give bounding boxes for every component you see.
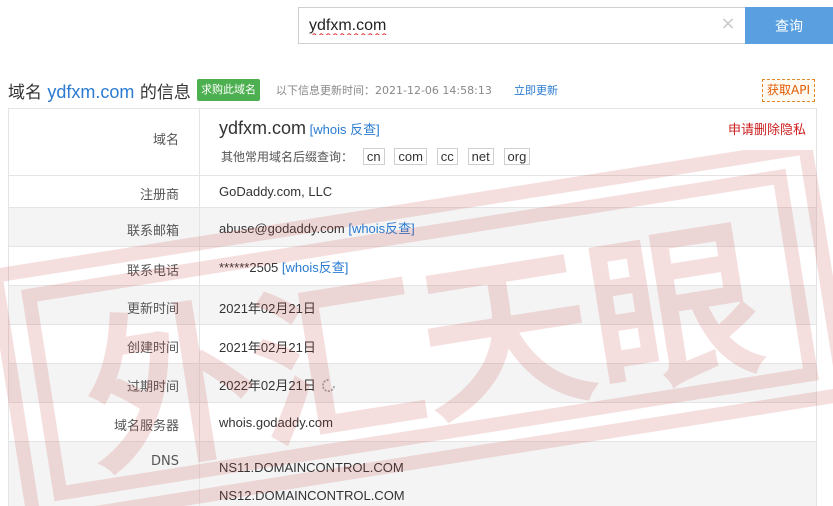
row-expires: 过期时间 2022年02月21日 (9, 364, 816, 403)
row-registrar: 注册商 GoDaddy.com, LLC (9, 176, 816, 208)
row-created: 创建时间 2021年02月21日 (9, 325, 816, 364)
created-value: 2021年02月21日 (219, 340, 316, 355)
buy-domain-badge[interactable]: 求购此域名 (197, 79, 260, 101)
suffix-cc[interactable]: cc (436, 148, 458, 165)
page-title: 域名 ydfxm.com 的信息 (8, 78, 191, 103)
title-row: 域名 ydfxm.com 的信息 求购此域名 以下信息更新时间：2021-12-… (0, 68, 833, 108)
suffix-label: 其他常用域名后缀查询： (221, 150, 354, 164)
phone-value: ******2505 (219, 260, 279, 275)
row-label: 域名服务器 (9, 403, 200, 441)
row-label: 域名 (9, 109, 200, 175)
row-updated: 更新时间 2021年02月21日 (9, 286, 816, 325)
clear-icon[interactable]: × (718, 12, 738, 36)
row-label: 过期时间 (9, 364, 200, 402)
row-value: ydfxm.com [whois 反查] (219, 118, 380, 139)
suffix-org[interactable]: org (503, 148, 531, 165)
row-label: 更新时间 (9, 286, 200, 324)
title-suffix: 的信息 (134, 83, 191, 103)
title-domain: ydfxm.com (47, 82, 135, 102)
nameserver-value: whois.godaddy.com (219, 415, 333, 430)
get-api-button[interactable]: 获取API (762, 79, 815, 102)
whois-table: 域名 ydfxm.com [whois 反查] 申请删除隐私 其他常用域名后缀查… (8, 108, 817, 506)
row-label: 联系电话 (9, 247, 200, 285)
row-label: 注册商 (9, 176, 200, 207)
dns-values: NS11.DOMAINCONTROL.COM NS12.DOMAINCONTRO… (219, 454, 405, 506)
email-whois-link[interactable]: [whois反查] (348, 221, 414, 236)
suffix-query-row: 其他常用域名后缀查询： cn com cc net org (221, 148, 531, 165)
update-now-link[interactable]: 立即更新 (514, 82, 558, 98)
row-value: abuse@godaddy.com [whois反查] (219, 218, 415, 237)
expires-value: 2022年02月21日 (219, 378, 316, 393)
row-value: ******2505 [whois反查] (219, 257, 348, 276)
domain-value: ydfxm.com (219, 118, 307, 138)
search-bar: × 查询 (0, 0, 833, 62)
dns-value: NS12.DOMAINCONTROL.COM (219, 488, 405, 503)
row-domain: 域名 ydfxm.com [whois 反查] 申请删除隐私 其他常用域名后缀查… (9, 109, 816, 176)
refresh-icon[interactable] (321, 378, 336, 393)
row-phone: 联系电话 ******2505 [whois反查] (9, 247, 816, 286)
row-value: 2022年02月21日 (219, 375, 336, 394)
search-input[interactable] (309, 8, 709, 43)
registrar-value: GoDaddy.com, LLC (219, 184, 333, 199)
row-dns: DNS NS11.DOMAINCONTROL.COM NS12.DOMAINCO… (9, 442, 816, 506)
row-label: 创建时间 (9, 325, 200, 363)
suffix-cn[interactable]: cn (362, 148, 385, 165)
suffix-net[interactable]: net (467, 148, 494, 165)
suffix-com[interactable]: com (394, 148, 427, 165)
search-button[interactable]: 查询 (745, 7, 833, 44)
row-nameserver: 域名服务器 whois.godaddy.com (9, 403, 816, 442)
row-label: DNS (9, 442, 200, 506)
title-prefix: 域名 (8, 83, 48, 103)
updated-value: 2021年02月21日 (219, 301, 316, 316)
phone-whois-link[interactable]: [whois反查] (282, 260, 348, 275)
row-email: 联系邮箱 abuse@godaddy.com [whois反查] (9, 208, 816, 247)
row-label: 联系邮箱 (9, 208, 200, 246)
update-info: 以下信息更新时间：2021-12-06 14:58:13 (276, 84, 492, 97)
whois-lookup-link[interactable]: [whois 反查] (310, 122, 380, 137)
request-privacy-delete-link[interactable]: 申请删除隐私 (728, 119, 806, 138)
email-value: abuse@godaddy.com (219, 221, 345, 236)
dns-value: NS11.DOMAINCONTROL.COM (219, 460, 404, 475)
search-box (298, 7, 745, 44)
